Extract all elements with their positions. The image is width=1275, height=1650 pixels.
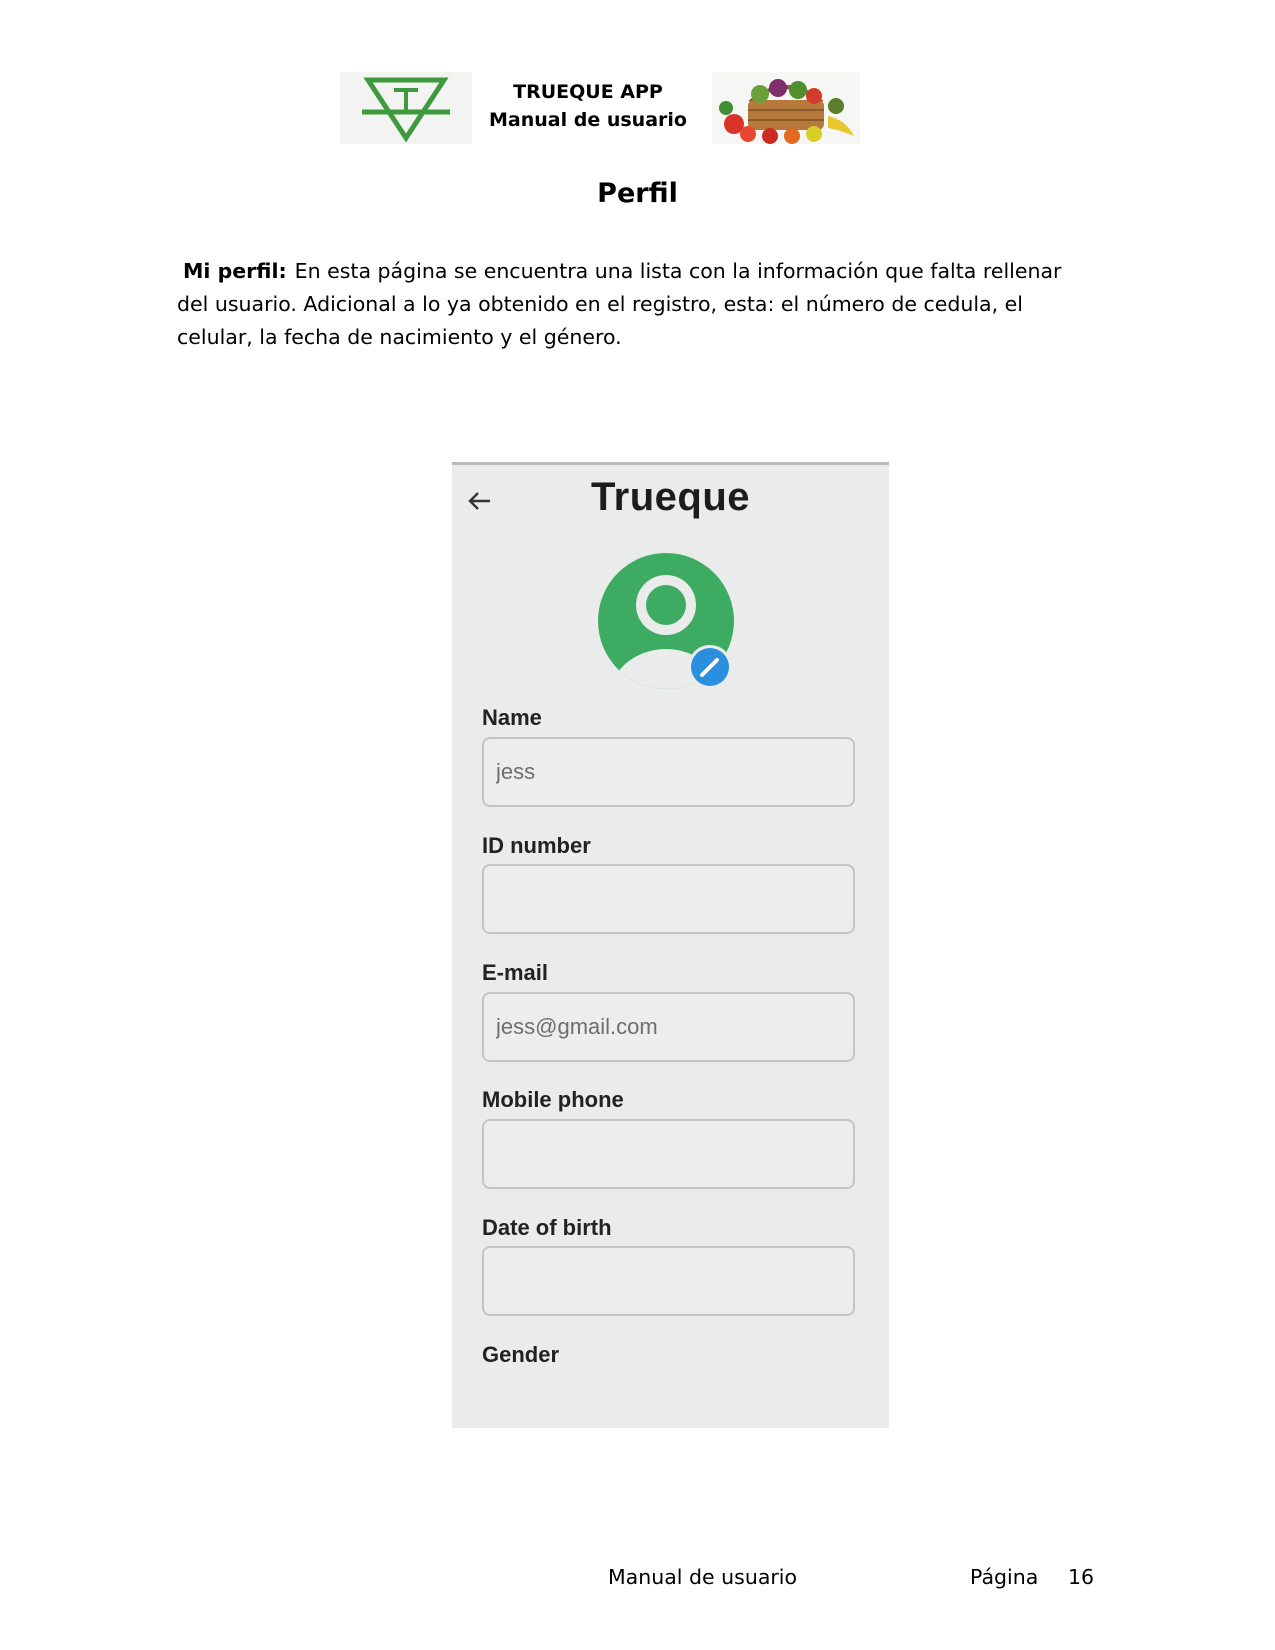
intro-paragraph: Mi perfil: En esta página se encuentra un… (177, 255, 1092, 354)
paragraph-text: En esta página se encuentra una lista co… (177, 259, 1062, 349)
app-title: Trueque (590, 475, 751, 519)
name-input[interactable] (482, 737, 855, 807)
fruit-basket-image (712, 72, 860, 144)
field-label-mobile-phone: Mobile phone (482, 1087, 624, 1112)
triangle-logo-icon (362, 77, 450, 143)
field-label-email: E-mail (482, 960, 549, 985)
date-of-birth-input[interactable] (482, 1246, 855, 1316)
email-input[interactable] (482, 992, 855, 1062)
footer-page-label: Página (970, 1565, 1039, 1589)
id-number-input[interactable] (482, 864, 855, 934)
header-title: TRUEQUE APP Manual de usuario (488, 78, 688, 134)
document-header: TRUEQUE APP Manual de usuario (340, 72, 860, 148)
header-line-manual: Manual de usuario (489, 109, 687, 131)
footer-page-number: 16 (1068, 1565, 1095, 1589)
paragraph-lead: Mi perfil: (183, 259, 287, 283)
trueque-logo (340, 72, 472, 144)
header-line-app: TRUEQUE APP (513, 81, 663, 103)
footer-manual-label: Manual de usuario (608, 1565, 798, 1589)
avatar[interactable] (596, 551, 742, 697)
field-label-gender: Gender (482, 1342, 560, 1367)
fruit-basket-icon (719, 79, 854, 144)
section-title: Perfil (597, 178, 678, 209)
app-screenshot: Trueque Name ID number E-mail Mobile pho… (452, 462, 889, 1428)
field-label-id-number: ID number (482, 833, 591, 858)
edit-pencil-icon[interactable] (688, 645, 732, 689)
field-label-date-of-birth: Date of birth (482, 1215, 612, 1240)
field-label-name: Name (482, 705, 542, 730)
mobile-phone-input[interactable] (482, 1119, 855, 1189)
